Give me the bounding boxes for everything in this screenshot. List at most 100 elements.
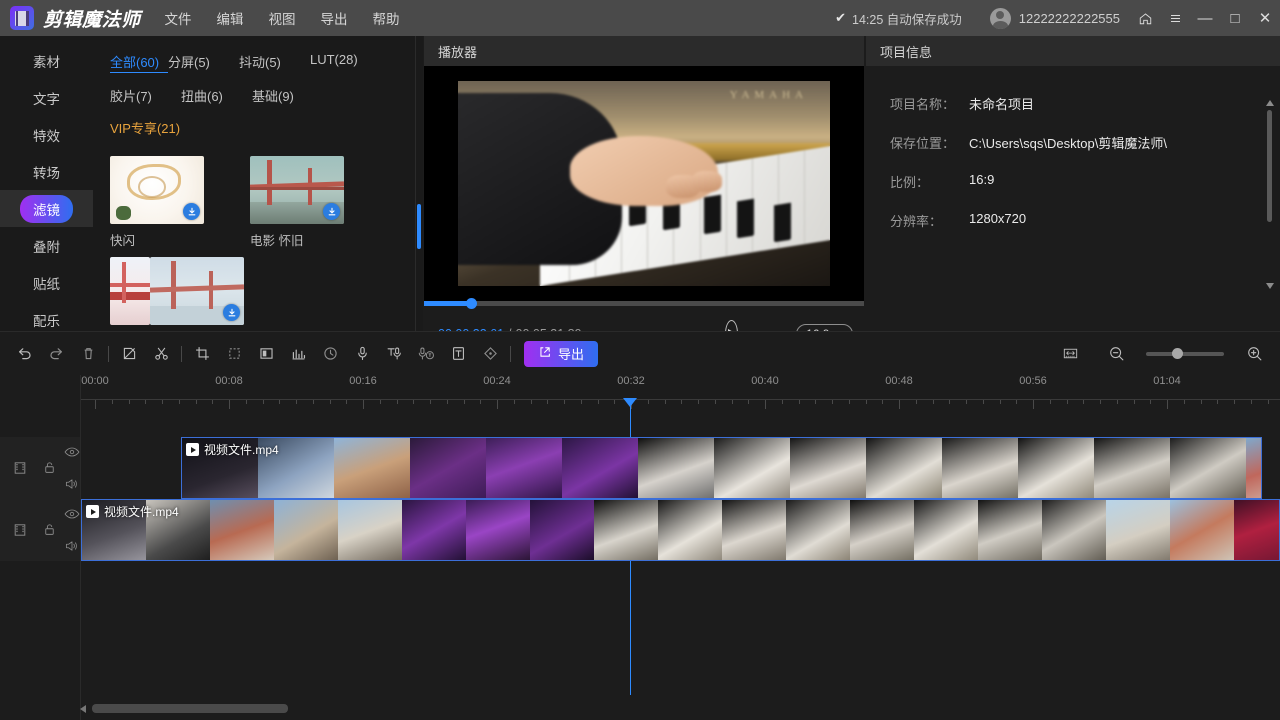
edit-icon[interactable] — [113, 338, 145, 370]
keyframe-icon[interactable] — [474, 338, 506, 370]
project-info-scrollbar[interactable] — [1265, 98, 1274, 290]
menu-file[interactable]: 文件 — [163, 5, 194, 31]
filter-thumbnail[interactable] — [110, 257, 150, 325]
scissors-icon[interactable] — [145, 338, 177, 370]
track-header — [0, 499, 80, 561]
close-button[interactable]: ✕ — [1250, 0, 1280, 36]
timeline-clip[interactable]: 视频文件.mp4 — [181, 437, 1262, 499]
speaker-icon[interactable] — [64, 477, 80, 496]
picture-in-picture-icon[interactable] — [250, 338, 282, 370]
maximize-button[interactable]: □ — [1220, 0, 1250, 36]
redo-icon[interactable] — [40, 338, 72, 370]
menu-export[interactable]: 导出 — [319, 5, 350, 31]
timeline-horizontal-scrollbar[interactable] — [80, 703, 1270, 714]
ratio-label: 比例： — [890, 172, 969, 191]
audio-wave-icon[interactable] — [282, 338, 314, 370]
timeline-clip[interactable]: 视频文件.mp4 — [81, 499, 1280, 561]
seek-handle[interactable] — [466, 298, 477, 309]
sidebar-item-sticker[interactable]: 贴纸 — [0, 264, 93, 301]
home-icon[interactable] — [1130, 0, 1160, 36]
hamburger-icon[interactable] — [1160, 0, 1190, 36]
fit-to-window-icon[interactable] — [1054, 338, 1086, 370]
filter-thumbnail[interactable] — [110, 156, 204, 224]
sidebar-item-overlay[interactable]: 叠附 — [0, 227, 93, 264]
ruler-tick — [748, 400, 749, 404]
eye-icon[interactable] — [64, 445, 80, 463]
filter-item[interactable]: 电影 — [110, 257, 150, 331]
ruler-tick — [949, 400, 950, 404]
scroll-down-arrow[interactable] — [1265, 281, 1274, 290]
filter-cat-all[interactable]: 全部(60) — [110, 52, 168, 73]
export-button[interactable]: 导出 — [524, 341, 598, 367]
text-to-speech-icon[interactable] — [378, 338, 410, 370]
save-location-value[interactable]: C:\Users\sqs\Desktop\剪辑魔法师\ — [969, 133, 1167, 152]
sidebar-item-filter[interactable]: 滤镜 — [0, 190, 93, 227]
mic-icon[interactable] — [346, 338, 378, 370]
filter-item[interactable]: 快闪 — [110, 156, 250, 249]
scrollbar-thumb[interactable] — [1267, 110, 1272, 222]
filter-cat-splitscreen[interactable]: 分屏(5) — [168, 52, 239, 73]
zoom-out-icon[interactable] — [1100, 338, 1132, 370]
text-template-icon[interactable] — [442, 338, 474, 370]
download-icon[interactable] — [223, 304, 240, 321]
filter-cat-distort[interactable]: 扭曲(6) — [181, 86, 252, 105]
download-icon[interactable] — [323, 203, 340, 220]
scroll-up-arrow[interactable] — [1265, 98, 1274, 107]
eye-icon[interactable] — [64, 507, 80, 525]
video-stage[interactable]: YAMAHA — [424, 66, 864, 301]
ruler-tick — [1251, 400, 1252, 404]
delete-icon[interactable] — [72, 338, 104, 370]
filter-cat-vip[interactable]: VIP专享(21) — [110, 118, 181, 137]
scroll-left-arrow[interactable] — [80, 705, 86, 713]
speech-to-text-icon[interactable] — [410, 338, 442, 370]
resolution-label: 分辨率： — [890, 211, 969, 230]
sidebar-item-text[interactable]: 文字 — [0, 79, 93, 116]
menu-view[interactable]: 视图 — [267, 5, 298, 31]
zoom-slider-handle[interactable] — [1172, 348, 1183, 359]
filter-cat-shake[interactable]: 抖动(5) — [239, 52, 310, 73]
player-seekbar[interactable] — [424, 301, 864, 306]
download-icon[interactable] — [183, 203, 200, 220]
timeline-zoom-slider[interactable] — [1146, 352, 1224, 356]
mask-icon[interactable] — [218, 338, 250, 370]
unlock-icon[interactable] — [42, 460, 57, 480]
filter-thumbnail[interactable] — [250, 156, 344, 224]
unlock-icon[interactable] — [42, 522, 57, 542]
project-name-value[interactable]: 未命名项目 — [969, 94, 1034, 113]
scrollbar-thumb[interactable] — [92, 704, 288, 713]
undo-icon[interactable] — [8, 338, 40, 370]
ruler-tick — [497, 400, 498, 409]
ruler-tick — [514, 400, 515, 404]
sidebar-item-material[interactable]: 素材 — [0, 42, 93, 79]
sidebar-item-effects[interactable]: 特效 — [0, 116, 93, 153]
crop-icon[interactable] — [186, 338, 218, 370]
ruler-tick — [480, 400, 481, 404]
project-info-panel: 项目信息 项目名称： 未命名项目 保存位置： C:\Users\sqs\Desk… — [866, 36, 1280, 331]
sidebar-label: 叠附 — [33, 236, 60, 256]
speed-clock-icon[interactable] — [314, 338, 346, 370]
export-share-icon — [538, 345, 552, 362]
ruler-tick — [1083, 400, 1084, 404]
filter-cat-film[interactable]: 胶片(7) — [110, 86, 181, 105]
timeline-ruler[interactable]: 00:00 00:08 00:16 00:24 00:32 00:40 00:4… — [80, 375, 1280, 402]
filter-cat-basic[interactable]: 基础(9) — [252, 86, 323, 105]
zoom-in-icon[interactable] — [1238, 338, 1270, 370]
filter-item[interactable] — [150, 257, 290, 331]
timeline-zoom-group — [1054, 338, 1280, 370]
sidebar-label: 转场 — [33, 162, 60, 182]
ruler-tick — [698, 400, 699, 404]
user-account[interactable]: 12222222222555 — [990, 8, 1120, 29]
ruler-tick — [916, 400, 917, 404]
ruler-tick — [866, 400, 867, 404]
filter-label: 快闪 — [110, 230, 250, 249]
sidebar-item-transition[interactable]: 转场 — [0, 153, 93, 190]
filter-panel-scrollbar[interactable] — [417, 74, 421, 324]
filter-cat-lut[interactable]: LUT(28) — [310, 52, 381, 73]
menu-help[interactable]: 帮助 — [371, 5, 402, 31]
ruler-tick — [782, 400, 783, 404]
menu-edit[interactable]: 编辑 — [215, 5, 246, 31]
filter-item[interactable]: 电影 怀旧 — [250, 156, 390, 249]
filter-thumbnail[interactable] — [150, 257, 244, 325]
speaker-icon[interactable] — [64, 539, 80, 558]
minimize-button[interactable]: — — [1190, 0, 1220, 36]
